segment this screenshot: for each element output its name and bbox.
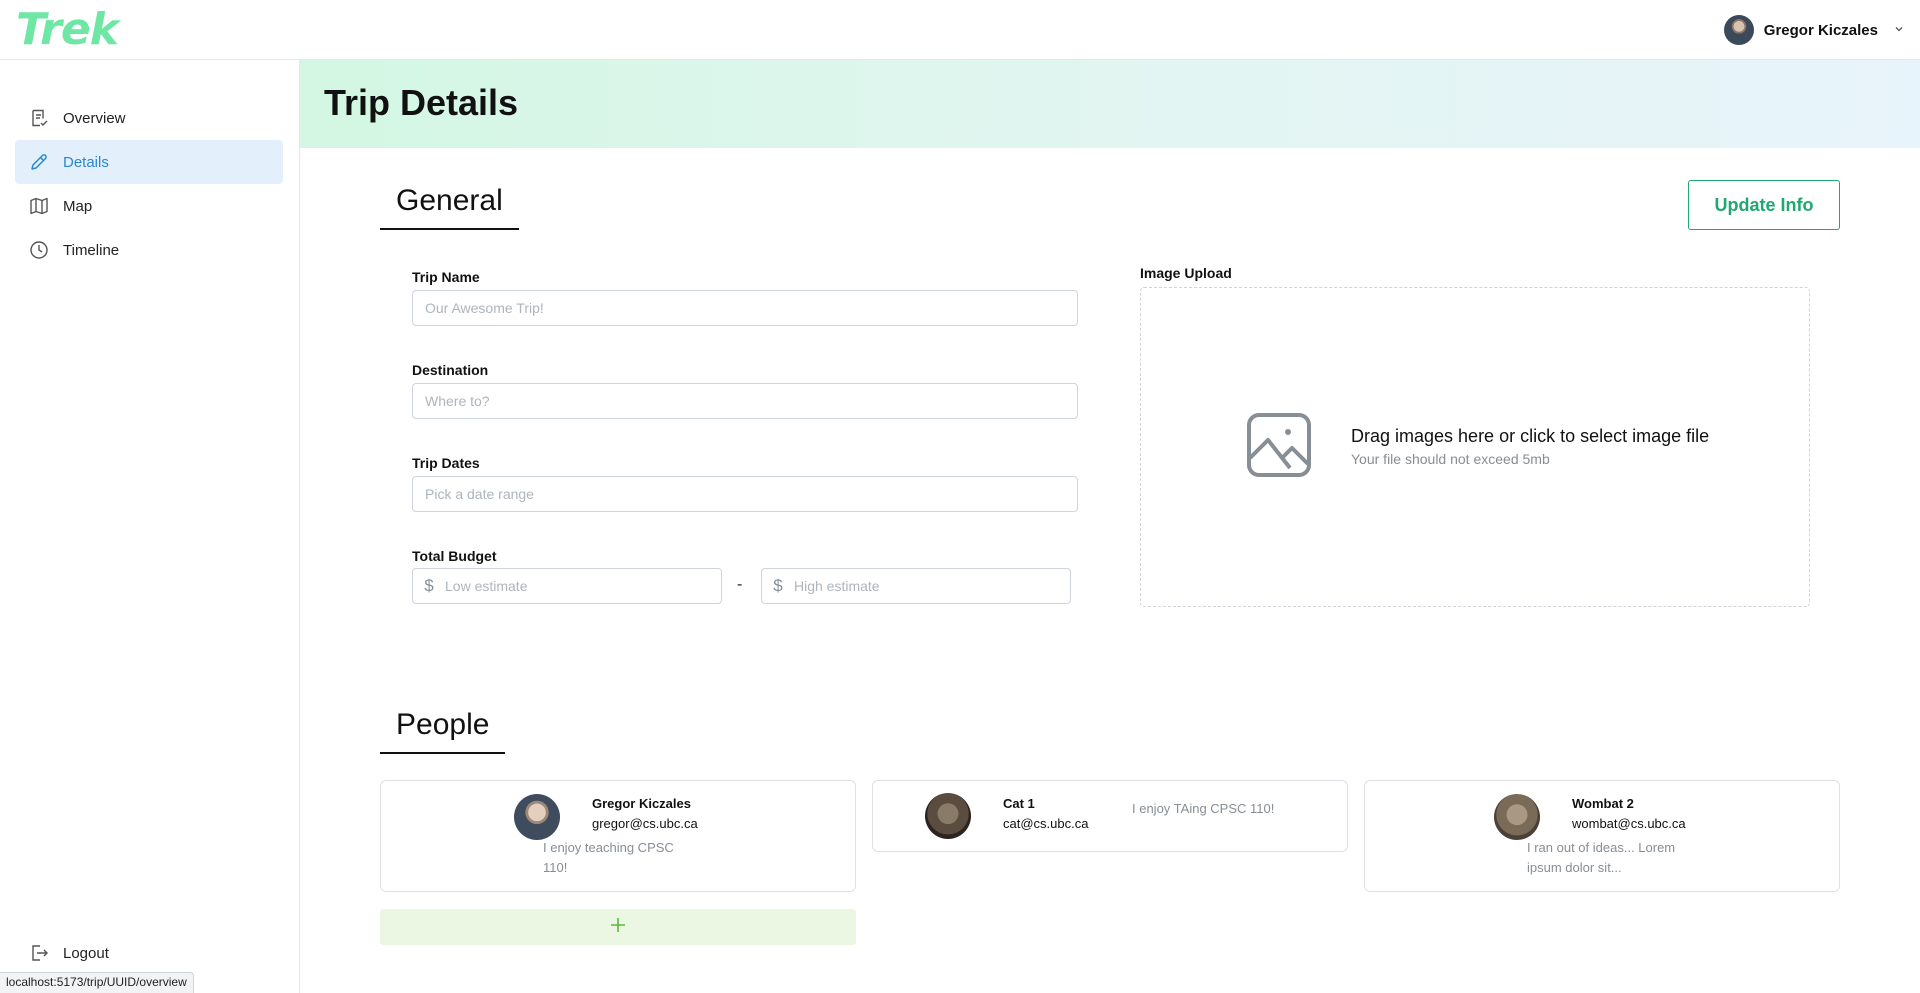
person-name: Cat 1 [1003, 796, 1035, 811]
trip-dates-label: Trip Dates [412, 455, 480, 471]
sidebar-item-label: Timeline [63, 241, 120, 259]
status-bar-url: localhost:5173/trip/UUID/overview [0, 972, 194, 993]
person-bio: I enjoy teaching CPSC 110! [543, 840, 674, 875]
budget-low-field[interactable]: $ [412, 568, 722, 604]
sidebar-item-details[interactable]: Details [15, 140, 283, 184]
budget-high-input[interactable] [794, 569, 1070, 603]
map-icon [29, 196, 49, 216]
update-info-button[interactable]: Update Info [1688, 180, 1840, 230]
trip-name-label: Trip Name [412, 269, 480, 285]
user-name: Gregor Kiczales [1763, 21, 1878, 39]
plus-icon [609, 916, 627, 939]
add-person-button[interactable] [380, 909, 856, 945]
person-card[interactable]: Wombat 2 wombat@cs.ubc.ca I ran out of i… [1364, 780, 1840, 892]
trip-name-input[interactable] [412, 290, 1078, 326]
person-card[interactable]: Cat 1 cat@cs.ubc.ca I enjoy TAing CPSC 1… [872, 780, 1348, 852]
clock-icon [29, 240, 49, 260]
sidebar-item-label: Details [63, 153, 109, 171]
user-menu[interactable]: Gregor Kiczales [1723, 15, 1904, 45]
person-email: cat@cs.ubc.ca [1003, 816, 1089, 831]
person-card[interactable]: Gregor Kiczales gregor@cs.ubc.ca I enjoy… [380, 780, 856, 892]
page-title: Trip Details [324, 82, 519, 123]
destination-label: Destination [412, 362, 489, 378]
people-heading: People [380, 708, 506, 754]
person-name: Gregor Kiczales [592, 796, 691, 811]
dropzone-subtitle: Your file should not exceed 5mb [1351, 451, 1550, 467]
budget-high-field[interactable]: $ [761, 568, 1071, 604]
dollar-icon: $ [773, 576, 783, 595]
sidebar-item-label: Map [63, 197, 93, 215]
dollar-icon: $ [424, 576, 434, 595]
image-upload-label: Image Upload [1140, 265, 1232, 281]
user-avatar [1723, 15, 1754, 45]
destination-input[interactable] [412, 383, 1078, 419]
app-logo[interactable]: Trek [16, 4, 119, 55]
sidebar-item-timeline[interactable]: Timeline [15, 228, 283, 272]
person-email: wombat@cs.ubc.ca [1572, 816, 1686, 831]
budget-low-input[interactable] [445, 569, 721, 603]
logout-icon [29, 943, 49, 963]
sidebar-item-overview[interactable]: Overview [15, 96, 283, 140]
sidebar: Overview Details Map Timeline Logout [0, 60, 300, 993]
person-bio: I enjoy TAing CPSC 110! [1132, 801, 1275, 816]
image-dropzone[interactable]: Drag images here or click to select imag… [1140, 287, 1810, 607]
general-heading: General [380, 184, 519, 230]
person-email: gregor@cs.ubc.ca [592, 816, 698, 831]
avatar [1494, 794, 1540, 840]
logout-label: Logout [63, 944, 109, 962]
avatar [925, 793, 971, 839]
chevron-down-icon [1894, 24, 1904, 37]
trip-dates-input[interactable] [412, 476, 1078, 512]
budget-separator: - [737, 576, 743, 593]
page-banner: Trip Details [300, 60, 1920, 148]
sidebar-item-map[interactable]: Map [15, 184, 283, 228]
total-budget-label: Total Budget [412, 548, 497, 564]
person-name: Wombat 2 [1572, 796, 1634, 811]
top-header: Trek Gregor Kiczales [0, 0, 1920, 60]
person-bio: I ran out of ideas... Lorem ipsum dolor … [1527, 840, 1676, 875]
pencil-icon [29, 152, 49, 172]
avatar [514, 794, 560, 840]
sidebar-item-label: Overview [63, 109, 126, 127]
logout-button[interactable]: Logout [15, 933, 283, 973]
overview-checklist-icon [29, 108, 49, 128]
dropzone-title: Drag images here or click to select imag… [1351, 426, 1710, 446]
image-icon [1246, 412, 1312, 478]
